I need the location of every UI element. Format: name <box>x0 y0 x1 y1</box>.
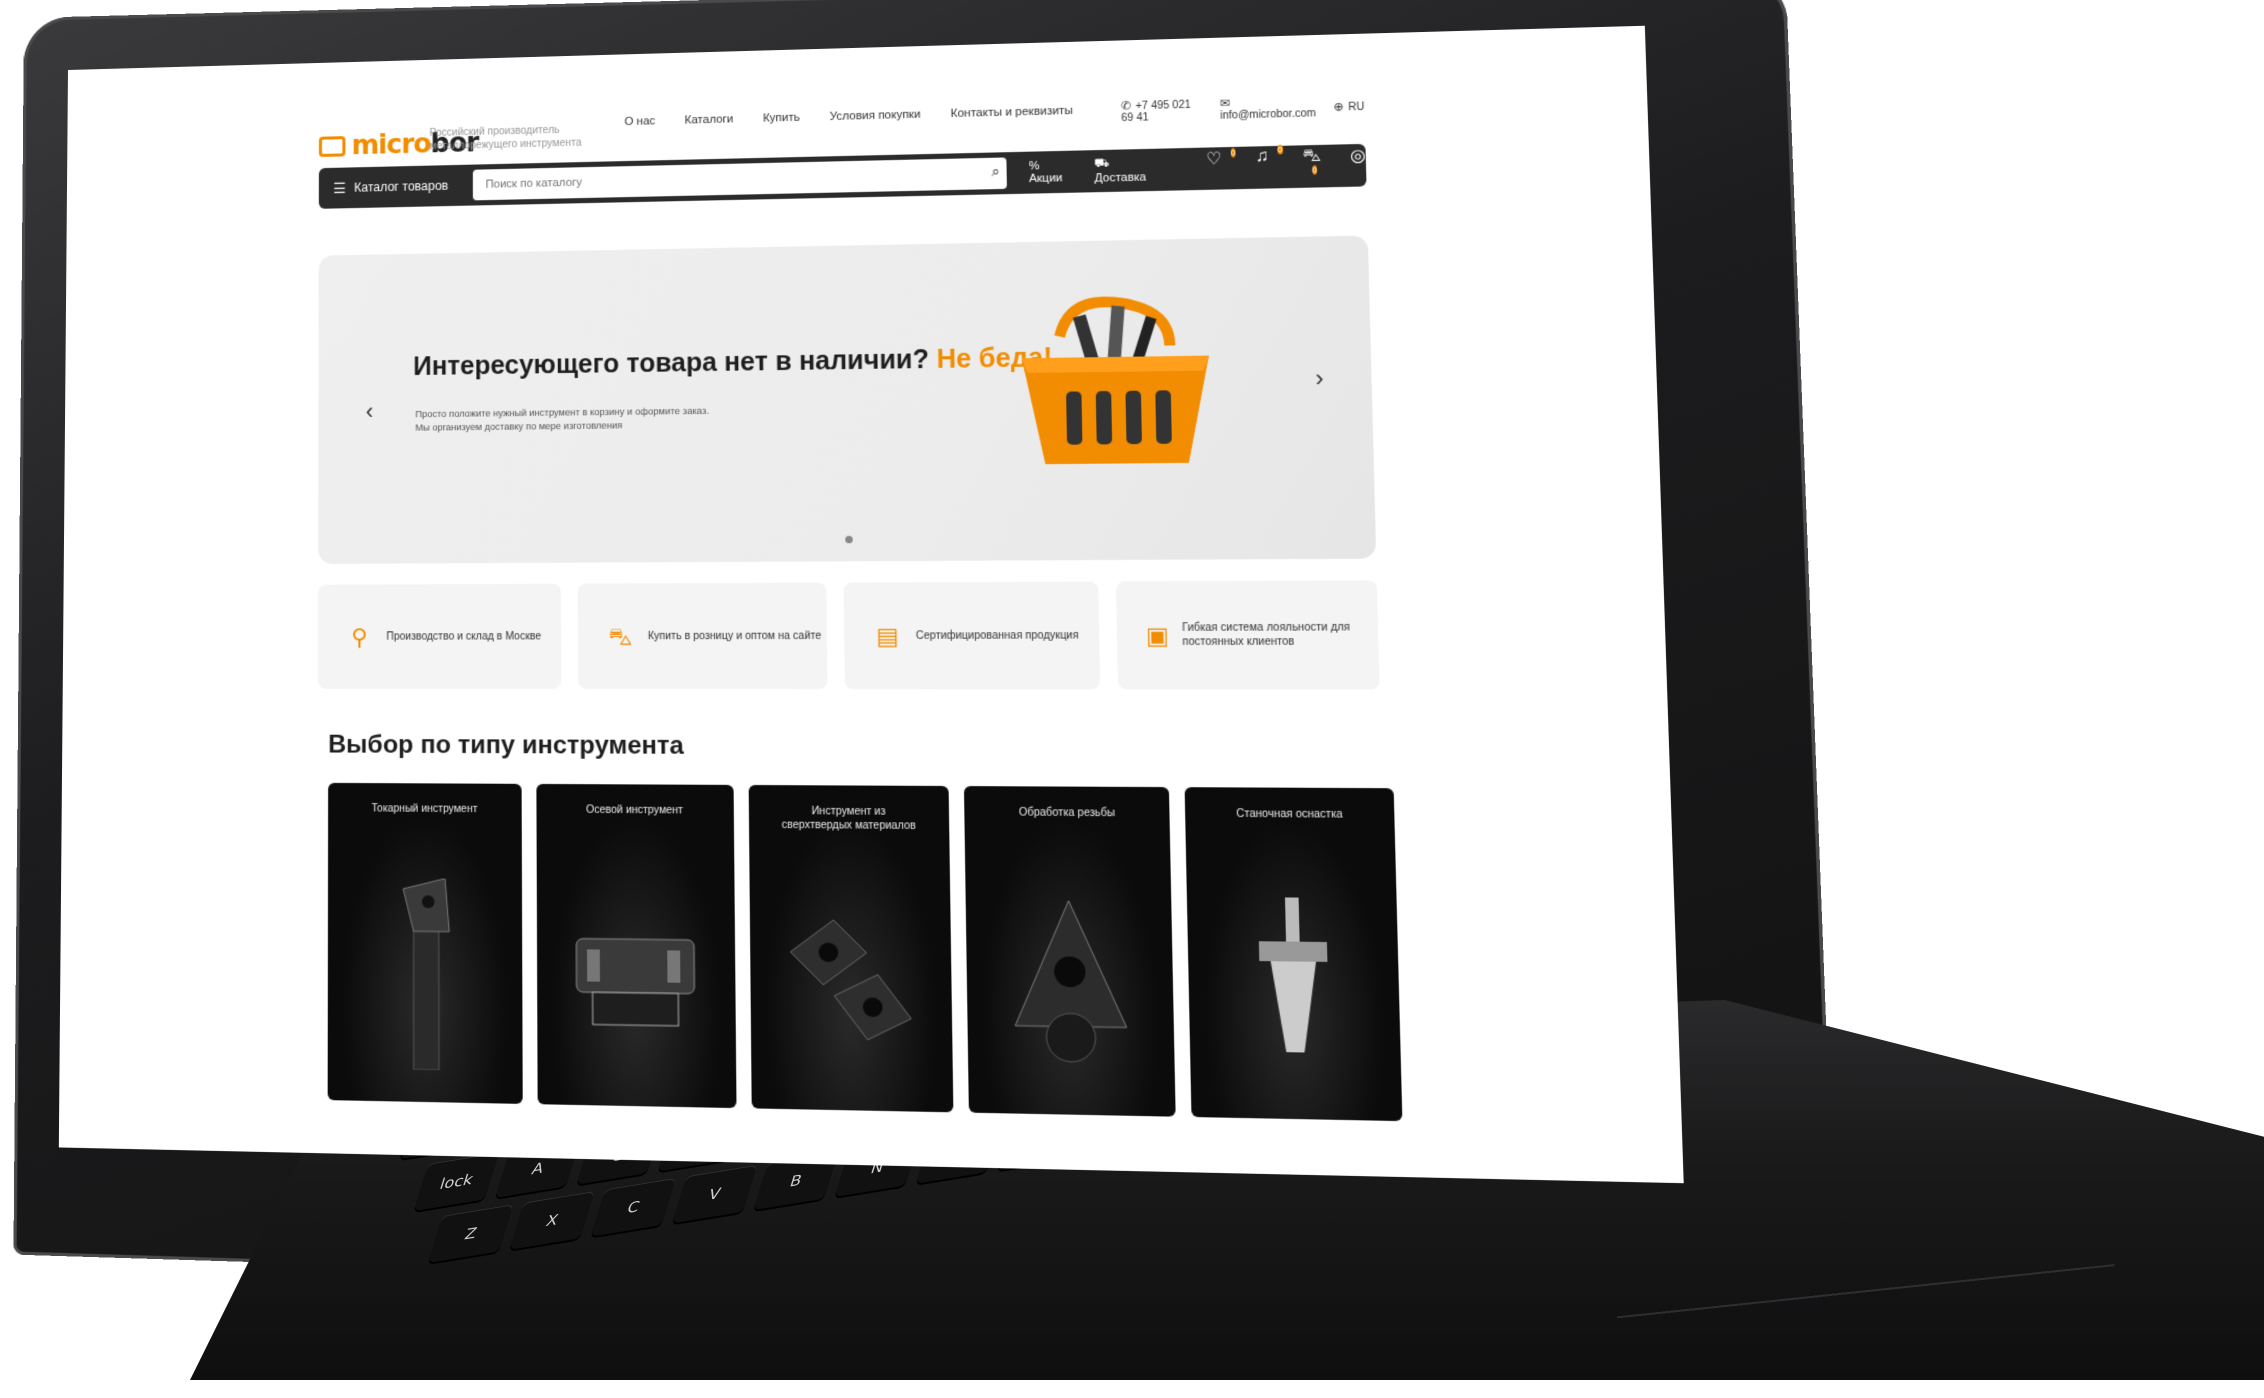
notifications-badge: 0 <box>1277 145 1282 155</box>
logo-text-part1: micro <box>352 129 431 161</box>
truck-icon: ⛟ <box>1094 157 1109 170</box>
notifications-icon[interactable]: ♫ 0 <box>1255 147 1274 188</box>
category-card-superhard[interactable]: Инструмент из сверхтвердых материалов <box>748 785 954 1112</box>
language-switcher[interactable]: ⊕ RU <box>1333 99 1364 114</box>
cart-icon[interactable]: ⛍0 <box>1302 146 1321 187</box>
header-icons: ♡ 0 ♫ 0 ⛍0 ◎ <box>1206 145 1367 189</box>
cart-icon: ⛍ <box>605 621 635 651</box>
hero-subtitle: Просто положите нужный инструмент в корз… <box>415 404 751 435</box>
key: C <box>591 1178 676 1237</box>
category-card-tooling[interactable]: Станочная оснастка <box>1185 787 1403 1121</box>
cart-badge: 0 <box>1312 165 1317 175</box>
website: microbor Российский производитель металл… <box>59 26 1684 1184</box>
key: Z <box>428 1204 513 1263</box>
category-card-axial[interactable]: Осевой инструмент <box>536 784 736 1108</box>
globe-icon: ⊕ <box>1333 100 1344 113</box>
language-label: RU <box>1348 101 1364 113</box>
nav-item-contacts[interactable]: Контакты и реквизиты <box>951 105 1074 121</box>
category-label: Инструмент из сверхтвердых материалов <box>748 804 949 833</box>
catalog-button-label: Каталог товаров <box>354 178 448 194</box>
phone-number: +7 495 021 69 41 <box>1121 99 1191 124</box>
feature-label: Производство и склад в Москве <box>386 629 541 643</box>
chevron-left-icon[interactable]: ‹ <box>366 398 374 425</box>
search-icon[interactable]: ⌕ <box>991 163 1000 181</box>
insert-image <box>779 909 923 1052</box>
categories-title: Выбор по типу инструмента <box>328 731 684 762</box>
favorites-icon[interactable]: ♡ 0 <box>1206 148 1228 189</box>
phone-icon: ✆ <box>1121 100 1131 113</box>
category-card-threading[interactable]: Обработка резьбы <box>964 786 1176 1117</box>
feature-card: ⛍ Купить в розницу и оптом на сайте <box>578 583 828 689</box>
mail-icon: ✉ <box>1220 97 1230 110</box>
promo-label: Акции <box>1029 172 1063 185</box>
tool-holder-image <box>1246 897 1341 1075</box>
nav-item-about[interactable]: О нас <box>624 115 655 128</box>
map-pin-icon: ⚲ <box>345 622 374 651</box>
features-row: ⚲ Производство и склад в Москве ⛍ Купить… <box>318 580 1380 689</box>
feature-label: Сертифицированная продукция <box>916 628 1079 642</box>
milling-cutter-image <box>566 906 706 1048</box>
key: V <box>672 1165 757 1224</box>
brand-tagline: Российский производитель металлорежущего… <box>429 122 605 153</box>
threading-insert-image <box>1007 895 1133 1072</box>
turning-tool-image <box>393 878 456 1070</box>
catalog-button[interactable]: ☰ Каталог товаров <box>319 176 469 197</box>
category-card-turning[interactable]: Токарный инструмент <box>328 783 523 1104</box>
feature-label: Гибкая система лояльности для постоянных… <box>1182 621 1379 650</box>
category-label: Осевой инструмент <box>536 803 733 818</box>
carousel-dot[interactable] <box>845 536 853 543</box>
header-contacts: ✆ +7 495 021 69 41 ✉info@microbor.com ⊕ RU <box>1121 93 1365 124</box>
briefcase-icon: ▣ <box>1145 620 1169 650</box>
hero-title-main: Интересующего товара нет в наличии? <box>413 345 929 381</box>
site-header: microbor Российский производитель металл… <box>319 74 1367 223</box>
categories-grid: Токарный инструмент Осевой инструмент Ин… <box>328 783 1403 1121</box>
basket-image <box>1004 291 1228 475</box>
feature-label: Купить в розницу и оптом на сайте <box>648 629 821 643</box>
laptop-screen: microbor Российский производитель металл… <box>59 26 1684 1184</box>
category-label: Обработка резьбы <box>965 806 1170 821</box>
key: X <box>509 1191 594 1250</box>
feature-card: ⚲ Производство и склад в Москве <box>318 584 561 689</box>
delivery-link[interactable]: ⛟ Доставка <box>1094 156 1162 185</box>
nav-item-terms[interactable]: Условия покупки <box>830 108 921 123</box>
percent-icon: % <box>1029 160 1040 173</box>
hero-title: Интересующего товара нет в наличии? Не б… <box>413 343 1052 382</box>
nav-item-buy[interactable]: Купить <box>763 111 800 124</box>
delivery-label: Доставка <box>1094 171 1146 185</box>
email-link[interactable]: ✉info@microbor.com <box>1220 94 1316 122</box>
category-label: Токарный инструмент <box>328 802 521 817</box>
hero-banner: ‹ Интересующего товара нет в наличии? Не… <box>318 235 1376 563</box>
email-address: info@microbor.com <box>1220 108 1316 122</box>
top-nav: О нас Каталоги Купить Условия покупки Ко… <box>624 105 1073 129</box>
favorites-badge: 0 <box>1230 148 1235 158</box>
hero-subtitle-line2: Мы организуем доставку по мере изготовле… <box>415 418 751 435</box>
logo-icon <box>319 136 346 157</box>
key: lock <box>414 1152 499 1211</box>
promo-link[interactable]: % Акции <box>1029 159 1075 185</box>
menu-icon: ☰ <box>333 179 346 197</box>
bar-links: % Акции ⛟ Доставка <box>1029 156 1163 186</box>
search-input[interactable] <box>473 157 1007 200</box>
account-icon[interactable]: ◎ <box>1350 145 1367 186</box>
nav-item-catalogs[interactable]: Каталоги <box>685 113 734 127</box>
feature-card: ▣ Гибкая система лояльности для постоянн… <box>1116 580 1380 689</box>
phone-link[interactable]: ✆ +7 495 021 69 41 <box>1121 97 1203 124</box>
clipboard-icon: ▤ <box>872 621 903 651</box>
category-label: Станочная оснастка <box>1185 807 1394 823</box>
chevron-right-icon[interactable]: › <box>1315 365 1324 393</box>
feature-card: ▤ Сертифицированная продукция <box>844 582 1101 690</box>
